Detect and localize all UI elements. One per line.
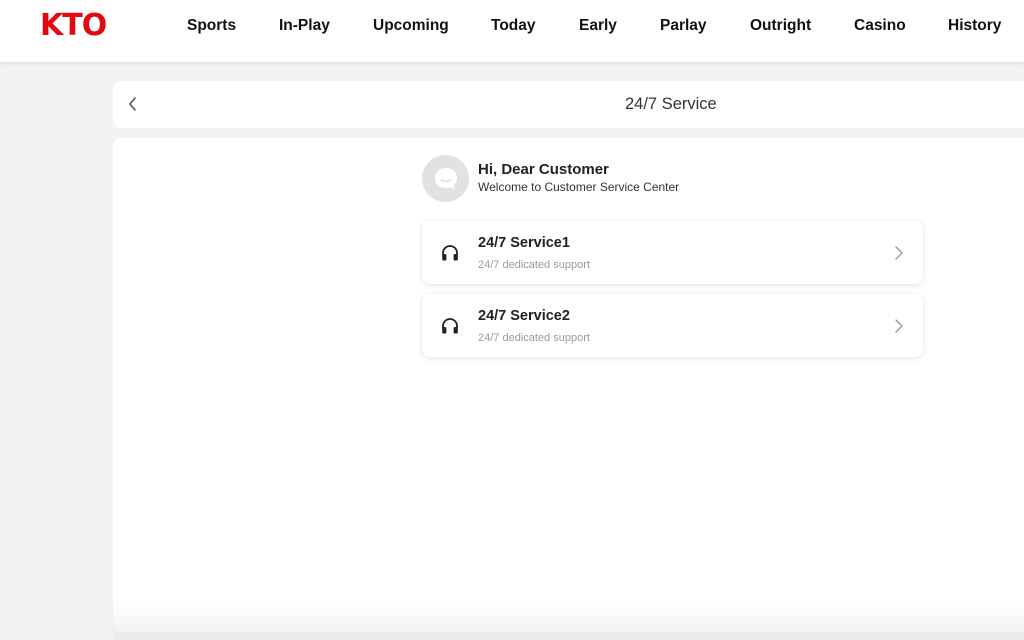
- nav-item-early[interactable]: Early: [579, 17, 617, 35]
- service-title: 24/7 Service1: [478, 235, 570, 251]
- nav-item-casino[interactable]: Casino: [854, 17, 906, 35]
- logo-text: KTO: [40, 8, 107, 43]
- service-item-2[interactable]: 24/7 Service2 24/7 dedicated support: [422, 294, 923, 357]
- nav-item-outright[interactable]: Outright: [750, 17, 811, 35]
- nav-item-history[interactable]: History: [948, 17, 1001, 35]
- chevron-left-icon: [129, 97, 136, 111]
- back-button[interactable]: [123, 94, 143, 114]
- greeting-subtitle: Welcome to Customer Service Center: [478, 180, 680, 194]
- chevron-right-icon: [895, 246, 903, 260]
- page-header: 24/7 Service: [113, 81, 1024, 128]
- avatar: [422, 155, 469, 202]
- headset-icon: [442, 245, 458, 261]
- greeting-title: Hi, Dear Customer: [478, 161, 609, 178]
- nav-item-upcoming[interactable]: Upcoming: [373, 17, 449, 35]
- kto-logo[interactable]: KTO: [40, 8, 140, 43]
- nav-item-in-play[interactable]: In-Play: [279, 17, 330, 35]
- nav-item-today[interactable]: Today: [491, 17, 536, 35]
- service-center-panel: Hi, Dear Customer Welcome to Customer Se…: [113, 138, 1024, 632]
- service-subtitle: 24/7 dedicated support: [478, 332, 590, 344]
- chat-bubble-icon: [434, 167, 457, 189]
- headset-icon: [442, 318, 458, 334]
- top-navigation-bar: KTO Sports In-Play Upcoming Today Early …: [0, 0, 1024, 62]
- nav-item-sports[interactable]: Sports: [187, 17, 236, 35]
- service-title: 24/7 Service2: [478, 308, 570, 324]
- nav-item-parlay[interactable]: Parlay: [660, 17, 707, 35]
- greeting-block: Hi, Dear Customer Welcome to Customer Se…: [422, 155, 922, 205]
- service-item-1[interactable]: 24/7 Service1 24/7 dedicated support: [422, 221, 923, 284]
- page-title: 24/7 Service: [625, 95, 717, 113]
- service-subtitle: 24/7 dedicated support: [478, 259, 590, 271]
- chevron-right-icon: [895, 319, 903, 333]
